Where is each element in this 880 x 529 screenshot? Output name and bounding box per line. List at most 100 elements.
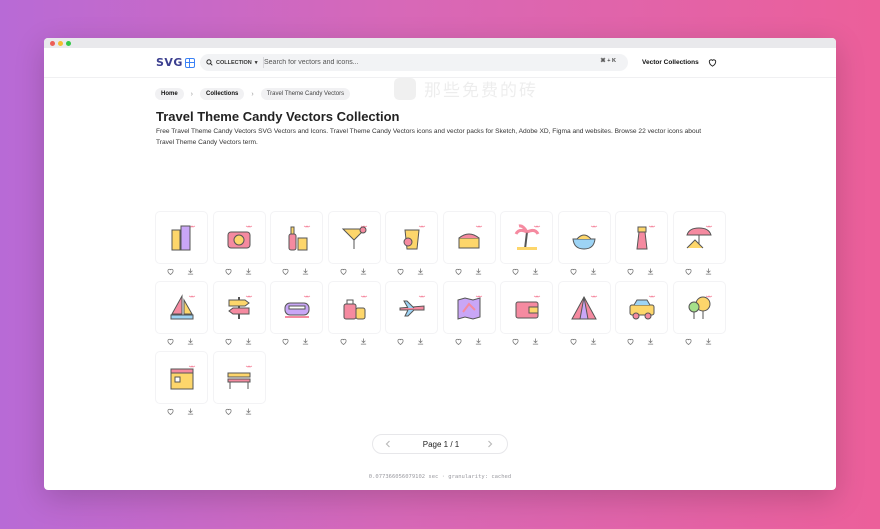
wine-bottle-icon <box>288 225 310 250</box>
render-time-footer: 0.077366056079102 sec · granularity: cac… <box>368 474 512 480</box>
watermark-text: 那些免费的砖 <box>424 81 538 101</box>
heart-icon[interactable] <box>166 337 175 346</box>
heart-icon[interactable] <box>626 337 635 346</box>
icon-tile[interactable] <box>558 282 610 333</box>
download-icon[interactable] <box>589 337 598 346</box>
download-icon[interactable] <box>704 337 713 346</box>
heart-icon[interactable] <box>396 337 405 346</box>
search-input[interactable] <box>264 56 564 69</box>
download-icon[interactable] <box>244 337 253 346</box>
icon-tile[interactable] <box>156 282 207 333</box>
icon-tile[interactable] <box>443 282 495 333</box>
sailboat-icon <box>170 293 195 319</box>
site-header: SVG COLLECTION ▾ ⌘ + K 那些免费的砖 Vector Col… <box>44 48 836 101</box>
icon-tile[interactable] <box>156 352 207 403</box>
icon-tile[interactable] <box>328 212 380 263</box>
icon-tile[interactable] <box>616 282 667 333</box>
download-icon[interactable] <box>589 267 598 276</box>
icon-tile[interactable] <box>616 212 667 263</box>
download-icon[interactable] <box>244 407 253 416</box>
heart-icon[interactable] <box>396 267 405 276</box>
icon-tile[interactable] <box>386 282 437 333</box>
heart-icon[interactable] <box>224 337 233 346</box>
heart-icon[interactable] <box>339 267 348 276</box>
heart-icon[interactable] <box>454 267 463 276</box>
download-icon[interactable] <box>301 337 310 346</box>
heart-icon[interactable] <box>224 267 233 276</box>
icon-card <box>616 212 667 275</box>
icon-tile[interactable] <box>443 212 495 263</box>
minimize-window-button[interactable] <box>58 40 63 46</box>
heart-icon[interactable] <box>339 337 348 346</box>
download-icon[interactable] <box>359 267 368 276</box>
site-logo[interactable]: SVG <box>156 56 195 69</box>
download-icon[interactable] <box>186 267 195 276</box>
lighthouse-icon <box>635 225 655 249</box>
heart-icon[interactable] <box>281 267 290 276</box>
icon-tile[interactable] <box>501 212 552 263</box>
icon-tile[interactable] <box>156 212 207 263</box>
icon-tile[interactable] <box>213 282 265 333</box>
download-icon[interactable] <box>301 267 310 276</box>
chevron-down-icon: ▾ <box>254 59 258 66</box>
heart-icon[interactable] <box>569 267 578 276</box>
heart-icon[interactable] <box>454 337 463 346</box>
download-icon[interactable] <box>531 337 540 346</box>
download-icon[interactable] <box>359 337 368 346</box>
collection-dropdown[interactable]: COLLECTION ▾ <box>206 57 264 68</box>
icon-card <box>673 282 725 346</box>
download-icon[interactable] <box>474 267 483 276</box>
icon-tile[interactable] <box>501 282 552 333</box>
maximize-window-button[interactable] <box>66 40 71 46</box>
download-icon[interactable] <box>416 267 425 276</box>
trees-icon <box>688 295 713 319</box>
download-icon[interactable] <box>186 337 195 346</box>
download-icon[interactable] <box>531 267 540 276</box>
icon-tile[interactable] <box>213 212 265 263</box>
browser-window: SVG COLLECTION ▾ ⌘ + K 那些免费的砖 Vector Col… <box>44 38 836 490</box>
search-shortcut: ⌘ + K <box>600 58 616 64</box>
icon-tile[interactable] <box>673 282 725 333</box>
vector-collections-link[interactable]: Vector Collections <box>642 59 699 66</box>
heart-icon[interactable] <box>684 337 693 346</box>
icon-tile[interactable] <box>673 212 725 263</box>
search-bar[interactable]: COLLECTION ▾ ⌘ + K <box>200 54 628 71</box>
icon-tile[interactable] <box>271 212 322 263</box>
icon-card <box>501 282 552 345</box>
icon-card <box>271 212 322 275</box>
icon-card <box>386 212 437 275</box>
icon-tile[interactable] <box>271 282 322 333</box>
cocktail-icon <box>341 225 368 249</box>
pyramid-icon <box>571 295 598 319</box>
download-icon[interactable] <box>244 267 253 276</box>
heart-icon[interactable] <box>626 267 635 276</box>
signpost-icon <box>228 295 253 319</box>
heart-icon[interactable] <box>684 267 693 276</box>
heart-icon[interactable] <box>511 267 520 276</box>
download-icon[interactable] <box>646 337 655 346</box>
download-icon[interactable] <box>474 337 483 346</box>
download-icon[interactable] <box>186 407 195 416</box>
breadcrumb-home[interactable]: Home <box>155 88 184 100</box>
heart-icon[interactable] <box>281 337 290 346</box>
icon-tile[interactable] <box>213 352 265 403</box>
heart-icon[interactable] <box>707 57 718 68</box>
heart-icon[interactable] <box>166 407 175 416</box>
icon-tile[interactable] <box>558 212 610 263</box>
icon-card <box>213 212 265 276</box>
chevron-right-icon[interactable] <box>485 439 495 449</box>
heart-icon[interactable] <box>569 337 578 346</box>
download-icon[interactable] <box>646 267 655 276</box>
heart-icon[interactable] <box>224 407 233 416</box>
icon-card <box>156 282 207 345</box>
icon-tile[interactable] <box>328 282 380 333</box>
heart-icon[interactable] <box>511 337 520 346</box>
chevron-right-icon: › <box>190 90 194 98</box>
heart-icon[interactable] <box>166 267 175 276</box>
close-window-button[interactable] <box>50 40 55 46</box>
download-icon[interactable] <box>704 267 713 276</box>
download-icon[interactable] <box>416 337 425 346</box>
chevron-right-icon: › <box>251 90 254 98</box>
icon-tile[interactable] <box>386 212 437 263</box>
breadcrumb-collections[interactable]: Collections <box>200 88 245 100</box>
